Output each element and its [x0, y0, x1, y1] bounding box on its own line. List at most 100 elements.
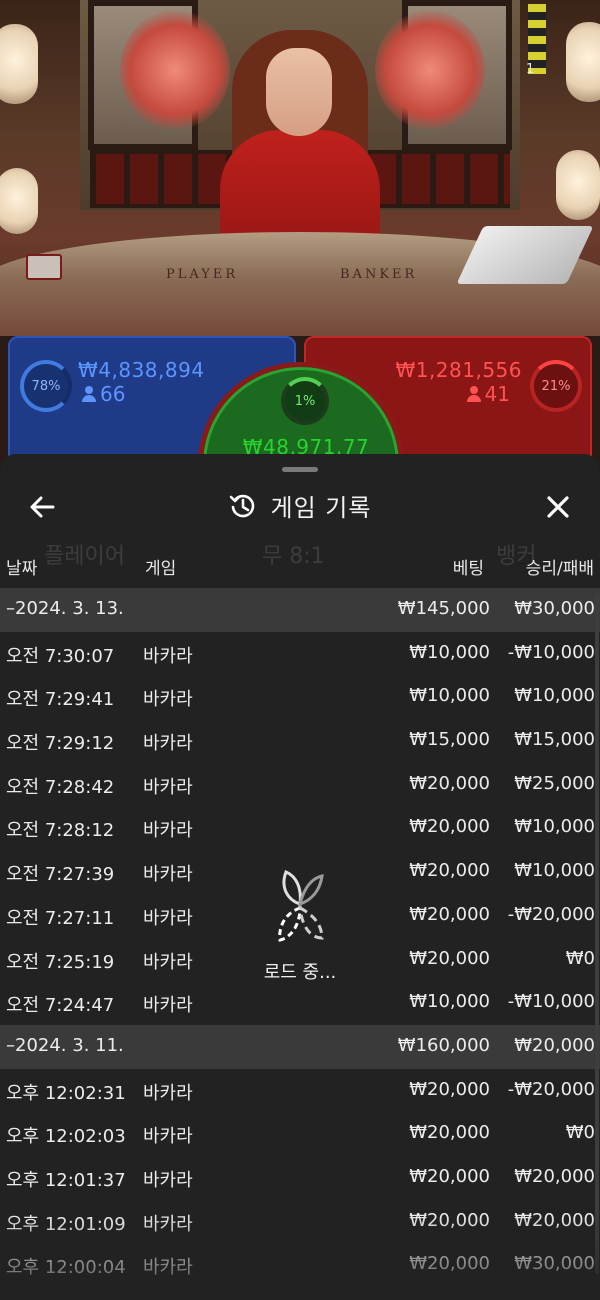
row-bet: ₩15,000 — [409, 729, 490, 751]
row-bet: ₩10,000 — [409, 991, 490, 1013]
row-result: ₩15,000 — [514, 729, 595, 751]
table-row[interactable]: 오전 7:28:12 바카라 ₩20,000 ₩10,000 — [0, 806, 600, 850]
banker-bettor-count: 41 — [466, 382, 510, 406]
row-result: -₩10,000 — [507, 991, 595, 1013]
table-row[interactable]: 오후 12:01:09 바카라 ₩20,000 ₩20,000 — [0, 1200, 600, 1244]
table-banker-label: BANKER — [340, 267, 418, 282]
lantern-decoration — [0, 168, 38, 234]
table-row[interactable]: 오후 12:02:31 바카라 ₩20,000 -₩20,000 — [0, 1069, 600, 1113]
row-date: 오전 7:24:47 — [6, 995, 115, 1017]
sheet-header: 게임 기록 — [0, 474, 600, 538]
row-result: -₩20,000 — [507, 903, 595, 925]
row-result: -₩20,000 — [507, 1078, 595, 1100]
user-icon — [82, 386, 96, 402]
bet-statistics: 78% ₩4,838,894 66 21% ₩1,281,556 41 1% ₩… — [0, 336, 600, 568]
close-icon — [547, 496, 569, 518]
live-video-feed: PLAYER BANKER 1 — [0, 0, 600, 340]
row-result: ₩0 — [565, 1122, 595, 1144]
row-date: 오후 12:02:03 — [6, 1126, 126, 1148]
close-button[interactable] — [540, 490, 576, 524]
column-bet: 베팅 — [452, 559, 484, 579]
row-bet: ₩20,000 — [409, 1122, 490, 1144]
sheet-drag-handle[interactable] — [282, 467, 318, 472]
row-result: -₩10,000 — [507, 641, 595, 663]
loading-text: 로드 중... — [263, 962, 337, 983]
column-date: 날짜 — [6, 559, 38, 579]
banker-percent-ring: 21% — [530, 360, 582, 412]
row-date: 오후 12:00:04 — [6, 1257, 126, 1279]
row-bet: ₩10,000 — [409, 685, 490, 707]
row-date: 오전 7:27:11 — [6, 907, 115, 929]
row-game: 바카라 — [143, 907, 193, 929]
row-bet: ₩160,000 — [397, 1034, 490, 1056]
history-icon — [229, 494, 254, 517]
lantern-decoration — [556, 150, 600, 220]
row-date: 오전 7:30:07 — [6, 645, 115, 667]
table-row[interactable]: 오후 12:00:04 바카라 ₩20,000 ₩30,000 — [0, 1243, 600, 1287]
player-total-amount: ₩4,838,894 — [78, 358, 205, 382]
table-row[interactable]: 오전 7:28:42 바카라 ₩20,000 ₩25,000 — [0, 763, 600, 807]
blossom-decoration — [375, 10, 485, 130]
tie-percent: 1% — [294, 393, 316, 409]
row-result: ₩10,000 — [514, 816, 595, 838]
row-game: 바카라 — [143, 1257, 193, 1279]
row-game: 바카라 — [143, 864, 193, 886]
row-date: 오후 12:01:37 — [6, 1169, 126, 1191]
column-result: 승리/패배 — [525, 559, 594, 579]
banker-total-amount: ₩1,281,556 — [395, 358, 522, 382]
table-row[interactable]: 오전 7:30:07 바카라 ₩10,000 -₩10,000 — [0, 632, 600, 676]
sheet-title: 게임 기록 — [270, 494, 372, 522]
row-game: 바카라 — [143, 645, 193, 667]
row-bet: ₩20,000 — [409, 947, 490, 969]
scrollbar[interactable] — [595, 594, 599, 1274]
row-bet: ₩20,000 — [409, 860, 490, 882]
row-game: 바카라 — [143, 995, 193, 1017]
player-users: 66 — [100, 382, 126, 406]
game-history-sheet: 플레이어 무 8:1 뱅커 게임 기록 날짜 게임 베팅 승리/패배 –2024 — [0, 454, 600, 1300]
loading-indicator: 로드 중... — [250, 864, 350, 1014]
user-icon — [466, 386, 481, 402]
table-row[interactable]: 오후 12:01:37 바카라 ₩20,000 ₩20,000 — [0, 1156, 600, 1200]
row-date: –2024. 3. 13. — [6, 598, 124, 619]
row-game: 바카라 — [143, 1213, 193, 1235]
player-percent: 78% — [31, 378, 61, 394]
row-game: 바카라 — [143, 1126, 193, 1148]
row-bet: ₩20,000 — [409, 1253, 490, 1275]
lantern-decoration — [566, 22, 600, 102]
dealer-face — [266, 48, 332, 136]
player-percent-ring: 78% — [20, 360, 72, 412]
table-row[interactable]: 오전 7:29:12 바카라 ₩15,000 ₩15,000 — [0, 719, 600, 763]
row-date: 오전 7:25:19 — [6, 951, 115, 973]
row-result: ₩30,000 — [514, 1253, 595, 1275]
row-date: 오전 7:28:42 — [6, 776, 115, 798]
row-game: 바카라 — [143, 733, 193, 755]
date-group-row[interactable]: –2024. 3. 13. ₩145,000 ₩30,000 — [0, 588, 600, 632]
row-result: ₩10,000 — [514, 860, 595, 882]
row-date: 오후 12:02:31 — [6, 1082, 126, 1104]
date-group-row[interactable]: –2024. 3. 11. ₩160,000 ₩20,000 — [0, 1024, 600, 1069]
row-bet: ₩20,000 — [409, 1078, 490, 1100]
history-column-headers: 날짜 게임 베팅 승리/패배 — [0, 550, 600, 590]
lantern-decoration — [0, 24, 38, 104]
video-indicator: 1 — [526, 62, 535, 77]
row-bet: ₩20,000 — [409, 903, 490, 925]
banker-users: 41 — [484, 382, 510, 406]
table-row[interactable]: 오후 12:02:03 바카라 ₩20,000 ₩0 — [0, 1112, 600, 1156]
sheet-title-group: 게임 기록 — [0, 488, 600, 523]
row-result: ₩10,000 — [514, 685, 595, 707]
banker-percent: 21% — [541, 378, 571, 394]
card-deck — [26, 254, 62, 280]
row-bet: ₩145,000 — [397, 598, 490, 619]
row-result: ₩30,000 — [514, 598, 595, 619]
row-result: ₩0 — [565, 947, 595, 969]
table-row[interactable]: 오전 7:29:41 바카라 ₩10,000 ₩10,000 — [0, 675, 600, 719]
row-bet: ₩10,000 — [409, 641, 490, 663]
row-date: 오후 12:01:09 — [6, 1213, 126, 1235]
row-result: ₩20,000 — [514, 1034, 595, 1056]
row-date: 오전 7:28:12 — [6, 820, 115, 842]
row-date: 오전 7:29:41 — [6, 689, 115, 711]
row-result: ₩25,000 — [514, 772, 595, 794]
player-bettor-count: 66 — [82, 382, 125, 406]
row-date: 오전 7:29:12 — [6, 733, 115, 755]
table-player-label: PLAYER — [166, 267, 239, 282]
